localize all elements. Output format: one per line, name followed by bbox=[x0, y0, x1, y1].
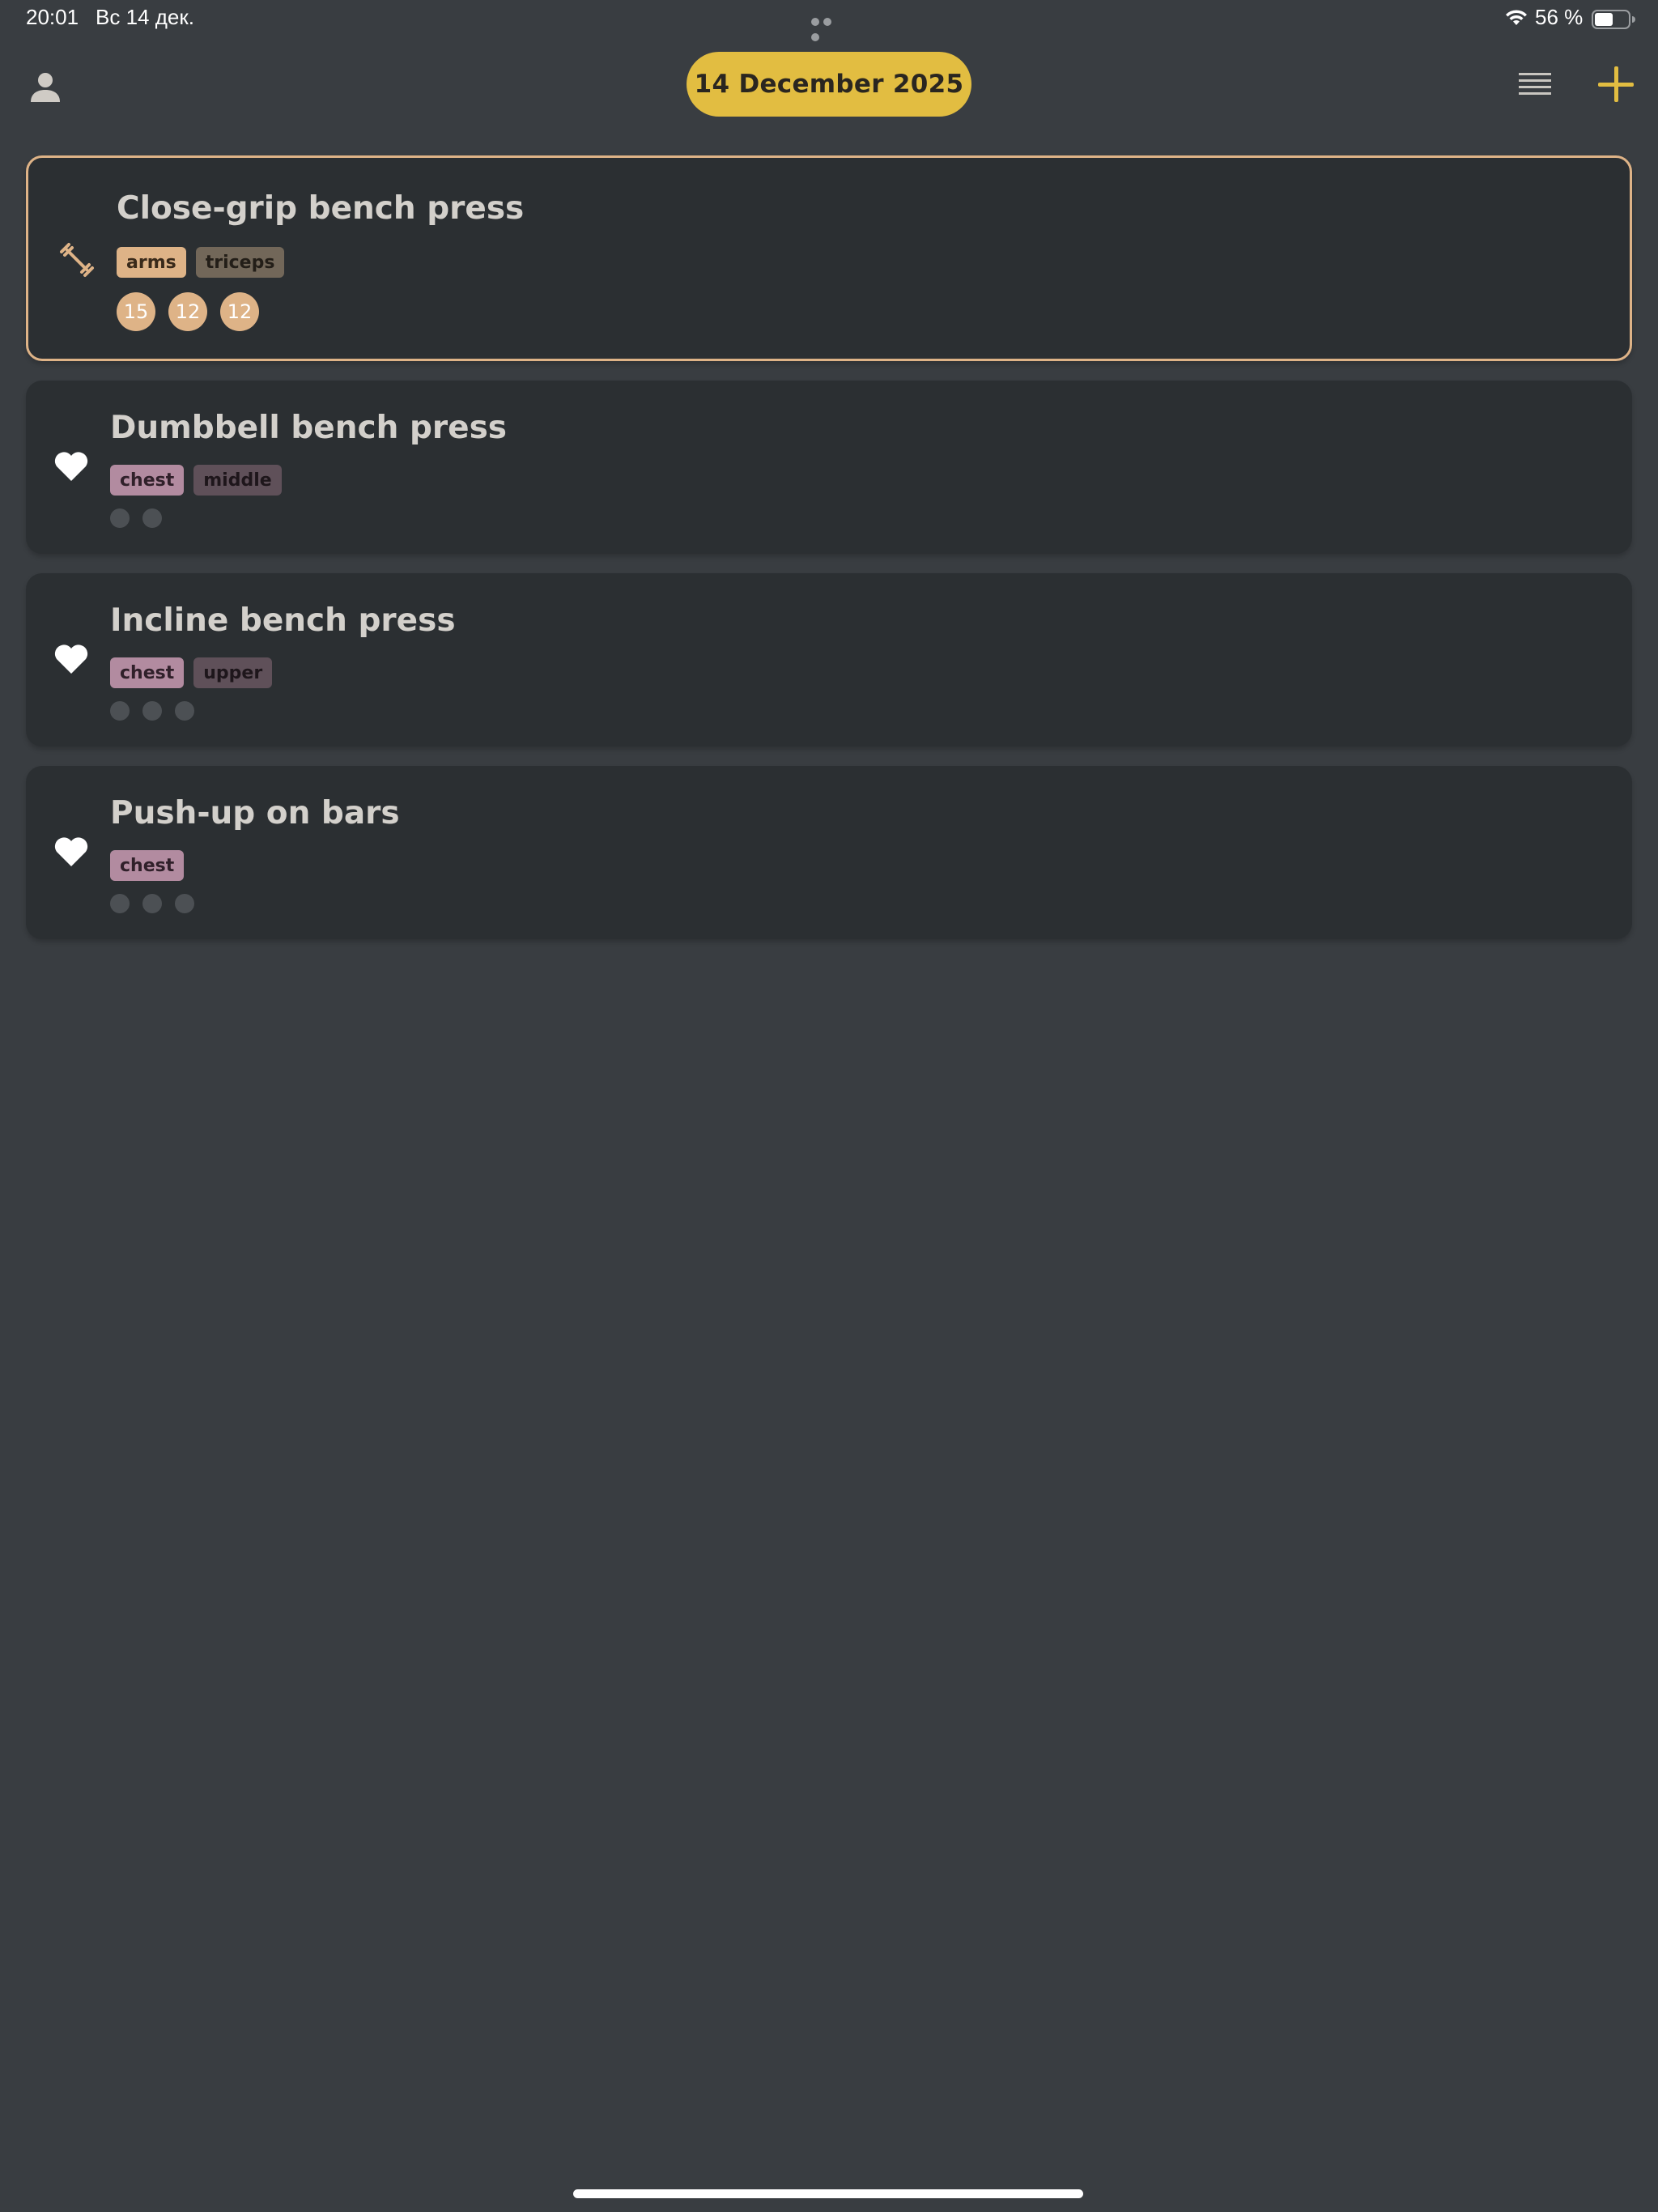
add-exercise-icon[interactable] bbox=[1596, 65, 1635, 104]
muscle-tag: chest bbox=[110, 850, 185, 881]
muscle-tag: triceps bbox=[195, 247, 285, 278]
exercise-card[interactable]: Dumbbell bench press chest middle bbox=[26, 381, 1632, 554]
muscle-tags: chest middle bbox=[110, 465, 282, 496]
battery-icon bbox=[1592, 10, 1635, 29]
empty-set-dot[interactable] bbox=[175, 894, 194, 913]
profile-icon[interactable] bbox=[28, 70, 63, 105]
sets-row bbox=[110, 894, 194, 913]
home-indicator[interactable] bbox=[573, 2189, 1083, 2198]
heart-icon[interactable] bbox=[53, 836, 89, 868]
empty-set-dot[interactable] bbox=[142, 508, 162, 528]
exercise-card[interactable]: Push-up on bars chest bbox=[26, 766, 1632, 939]
multitasking-dots-icon[interactable] bbox=[811, 14, 847, 41]
status-time: 20:01 bbox=[26, 5, 79, 29]
empty-set-dot[interactable] bbox=[110, 508, 130, 528]
heart-icon[interactable] bbox=[53, 643, 89, 675]
sets-row bbox=[110, 508, 162, 528]
muscle-tags: chest upper bbox=[110, 657, 273, 688]
exercise-title: Incline bench press bbox=[110, 602, 456, 639]
muscle-tags: chest bbox=[110, 850, 185, 881]
empty-set-dot[interactable] bbox=[175, 701, 194, 721]
exercise-title: Push-up on bars bbox=[110, 795, 400, 832]
set-badge[interactable]: 15 bbox=[117, 292, 155, 331]
muscle-tag: arms bbox=[117, 247, 186, 278]
date-label: 14 December 2025 bbox=[694, 70, 964, 99]
exercise-title: Dumbbell bench press bbox=[110, 410, 507, 446]
set-badge[interactable]: 12 bbox=[168, 292, 207, 331]
dumbbell-icon bbox=[60, 243, 94, 277]
muscle-tag: upper bbox=[193, 657, 273, 688]
muscle-tags: arms triceps bbox=[117, 247, 285, 278]
exercise-card[interactable]: Incline bench press chest upper bbox=[26, 573, 1632, 747]
exercise-card[interactable]: Close-grip bench press arms triceps 15 1… bbox=[26, 155, 1632, 361]
set-badge[interactable]: 12 bbox=[220, 292, 259, 331]
date-picker-button[interactable]: 14 December 2025 bbox=[687, 52, 971, 117]
wifi-icon bbox=[1506, 10, 1527, 25]
muscle-tag: middle bbox=[193, 465, 282, 496]
muscle-tag: chest bbox=[110, 465, 185, 496]
exercise-title: Close-grip bench press bbox=[117, 190, 525, 227]
status-date: Вс 14 дек. bbox=[96, 5, 194, 29]
app-screen: 20:01 Вс 14 дек. 56 % 14 December 2025 C… bbox=[0, 0, 1658, 2212]
status-bar: 20:01 Вс 14 дек. 56 % bbox=[0, 0, 1658, 41]
empty-set-dot[interactable] bbox=[142, 894, 162, 913]
muscle-tag: chest bbox=[110, 657, 185, 688]
empty-set-dot[interactable] bbox=[142, 701, 162, 721]
empty-set-dot[interactable] bbox=[110, 894, 130, 913]
sets-row: 15 12 12 bbox=[117, 292, 259, 331]
empty-set-dot[interactable] bbox=[110, 701, 130, 721]
list-view-icon[interactable] bbox=[1519, 71, 1551, 99]
battery-percent: 56 % bbox=[1535, 5, 1584, 29]
heart-icon[interactable] bbox=[53, 450, 89, 483]
sets-row bbox=[110, 701, 194, 721]
